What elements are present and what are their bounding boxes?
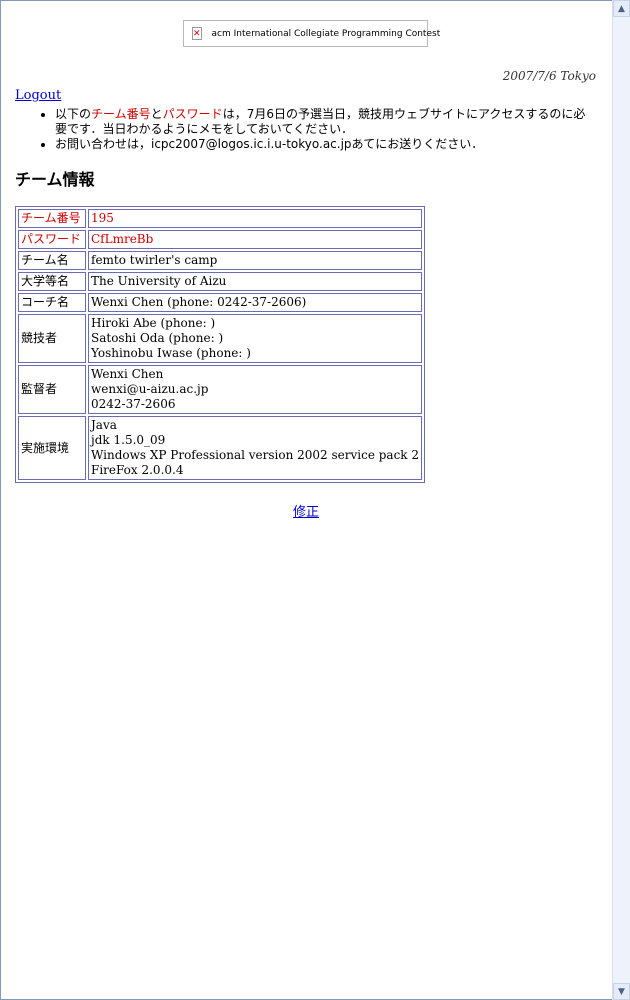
note-team-no-highlight: チーム番号 <box>91 107 151 121</box>
table-row: 監督者 Wenxi Chen wenxi@u-aizu.ac.jp 0242-3… <box>18 365 423 414</box>
table-row: 競技者 Hiroki Abe (phone: ) Satoshi Oda (ph… <box>18 314 423 363</box>
logout-link[interactable]: Logout <box>15 88 61 103</box>
team-no-value: 195 <box>88 209 423 228</box>
password-label: パスワード <box>18 230 86 249</box>
table-row: チーム名 femto twirler's camp <box>18 251 423 270</box>
table-row: コーチ名 Wenxi Chen (phone: 0242-37-2606) <box>18 293 423 312</box>
note-text: 以下の <box>55 107 92 121</box>
contestant-entry: Satoshi Oda (phone: ) <box>91 331 224 345</box>
table-row: 大学等名 The University of Aizu <box>18 272 423 291</box>
note-item-contact: お問い合わせは，icpc2007@logos.ic.i.u-tokyo.ac.j… <box>55 137 597 152</box>
note-text: と <box>150 107 163 121</box>
table-row: パスワード CfLmreBb <box>18 230 423 249</box>
environment-browser: FireFox 2.0.0.4 <box>91 463 184 477</box>
supervisor-label: 監督者 <box>18 365 86 414</box>
note-password-highlight: パスワード <box>162 107 223 121</box>
team-name-label: チーム名 <box>18 251 86 270</box>
contestants-label: 競技者 <box>18 314 86 363</box>
university-value: The University of Aizu <box>88 272 423 291</box>
coach-value: Wenxi Chen (phone: 0242-37-2606) <box>88 293 423 312</box>
page-title: チーム情報 <box>15 170 95 189</box>
coach-label: コーチ名 <box>18 293 86 312</box>
banner-image: ✕ acm International Collegiate Programmi… <box>183 20 440 47</box>
team-no-label: チーム番号 <box>18 209 86 228</box>
environment-label: 実施環境 <box>18 416 86 480</box>
university-label: 大学等名 <box>18 272 86 291</box>
contestants-value: Hiroki Abe (phone: ) Satoshi Oda (phone:… <box>88 314 423 363</box>
banner-text: acm International Collegiate Programming… <box>211 28 441 39</box>
contestant-entry: Yoshinobu Iwase (phone: ) <box>91 346 251 360</box>
supervisor-value: Wenxi Chen wenxi@u-aizu.ac.jp 0242-37-26… <box>88 365 423 414</box>
notes-list: 以下のチーム番号とパスワードは，7月6日の予選当日，競技用ウェブサイトにアクセス… <box>15 107 597 152</box>
scroll-up-arrow-icon[interactable]: ▲ <box>613 0 630 17</box>
supervisor-phone: 0242-37-2606 <box>91 397 176 411</box>
contestant-entry: Hiroki Abe (phone: ) <box>91 316 216 330</box>
supervisor-email: wenxi@u-aizu.ac.jp <box>91 382 209 396</box>
scroll-down-arrow-icon[interactable]: ▼ <box>613 983 630 1000</box>
vertical-scrollbar[interactable]: ▲ ▼ <box>612 0 630 1000</box>
environment-language: Java <box>91 418 117 432</box>
edit-link[interactable]: 修正 <box>293 501 319 520</box>
team-info-table: チーム番号 195 パスワード CfLmreBb チーム名 femto twir… <box>15 206 426 483</box>
supervisor-name: Wenxi Chen <box>91 367 164 381</box>
environment-os: Windows XP Professional version 2002 ser… <box>91 448 420 462</box>
password-value: CfLmreBb <box>88 230 423 249</box>
date-location: 2007/7/6 Tokyo <box>502 69 596 83</box>
broken-image-icon: ✕ <box>192 27 202 40</box>
environment-value: Java jdk 1.5.0_09 Windows XP Professiona… <box>88 416 423 480</box>
table-row: チーム番号 195 <box>18 209 423 228</box>
table-row: 実施環境 Java jdk 1.5.0_09 Windows XP Profes… <box>18 416 423 480</box>
note-item-credentials: 以下のチーム番号とパスワードは，7月6日の予選当日，競技用ウェブサイトにアクセス… <box>55 107 597 137</box>
team-name-value: femto twirler's camp <box>88 251 423 270</box>
environment-jdk: jdk 1.5.0_09 <box>91 433 166 447</box>
